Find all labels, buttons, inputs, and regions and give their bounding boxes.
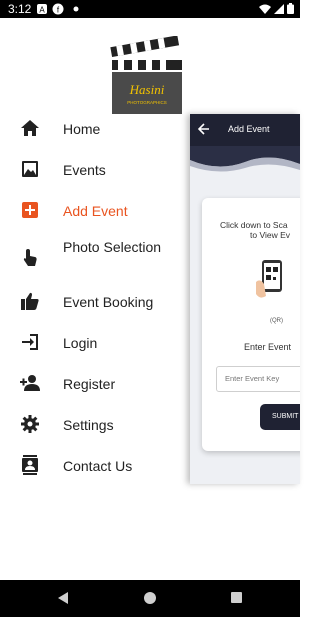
- menu-item-events[interactable]: Events: [0, 151, 190, 187]
- menu-item-label: Contact Us: [63, 458, 133, 474]
- system-nav-bar: [0, 580, 300, 617]
- gear-icon: [21, 415, 39, 433]
- qr-scan-icon[interactable]: [254, 258, 288, 300]
- menu-item-event-booking[interactable]: Event Booking: [0, 283, 190, 319]
- home-icon: [21, 120, 39, 136]
- screen-title: Add Event: [228, 124, 270, 134]
- f-icon: f: [52, 3, 64, 15]
- thumbs-up-icon: [21, 292, 39, 310]
- svg-text:A: A: [39, 6, 45, 15]
- instruction-text-2: to View Ev: [250, 230, 291, 240]
- menu-item-label: Photo Selection: [63, 239, 162, 255]
- menu-item-label: Home: [63, 121, 101, 137]
- contacts-icon: [22, 455, 38, 475]
- touch-icon: [23, 249, 37, 266]
- logo-subtext: PHOTOGRAPHICS: [127, 100, 166, 105]
- qr-caption: (QR): [270, 318, 283, 324]
- menu-item-login[interactable]: Login: [0, 324, 190, 360]
- back-arrow-icon[interactable]: [198, 123, 210, 135]
- app-bar: Add Event: [190, 114, 300, 146]
- status-right-icons: [259, 3, 294, 14]
- menu-item-home[interactable]: Home: [0, 110, 190, 146]
- menu-item-label: Events: [63, 162, 106, 178]
- signal-icon: [274, 3, 284, 14]
- menu-item-label: Login: [63, 335, 98, 351]
- event-key-input[interactable]: Enter Event Key: [216, 366, 300, 392]
- battery-icon: [287, 3, 294, 14]
- login-icon: [22, 334, 38, 350]
- enter-event-label: Enter Event: [244, 342, 292, 352]
- nav-recents-icon[interactable]: [231, 592, 242, 603]
- person-add-icon: [20, 375, 40, 391]
- menu-item-label: Settings: [63, 417, 114, 433]
- menu-item-label: Event Booking: [63, 294, 154, 310]
- menu-item-add-event[interactable]: Add Event: [0, 192, 190, 228]
- dot-icon: [73, 6, 79, 12]
- instruction-text-1: Click down to Sca: [220, 220, 288, 230]
- header-wave: [190, 146, 300, 172]
- submit-button[interactable]: SUBMIT: [260, 404, 300, 430]
- menu-item-settings[interactable]: Settings: [0, 406, 190, 442]
- menu-item-label: Add Event: [63, 203, 128, 219]
- menu-item-photo-selection[interactable]: Photo Selection: [0, 233, 190, 281]
- menu-item-register[interactable]: Register: [0, 365, 190, 401]
- status-time: 3:12: [8, 2, 32, 16]
- a-icon: A: [37, 4, 47, 15]
- image-icon: [22, 161, 38, 177]
- logo-text: Hasini: [129, 82, 165, 97]
- nav-back-icon[interactable]: [58, 592, 68, 604]
- navigation-drawer: Hasini PHOTOGRAPHICS Home Events Add Eve…: [0, 18, 190, 580]
- status-bar: 3:12 A f: [0, 0, 300, 18]
- nav-home-icon[interactable]: [144, 592, 156, 604]
- wifi-icon: [259, 4, 271, 14]
- add-box-icon: [22, 202, 38, 218]
- add-event-screen: Add Event Click down to Sca to View Ev (…: [190, 114, 300, 484]
- menu-item-label: Register: [63, 376, 116, 392]
- menu-item-contact-us[interactable]: Contact Us: [0, 447, 190, 483]
- hasini-logo: Hasini PHOTOGRAPHICS: [110, 36, 182, 114]
- add-event-card: Click down to Sca to View Ev (QR) Enter …: [202, 198, 300, 451]
